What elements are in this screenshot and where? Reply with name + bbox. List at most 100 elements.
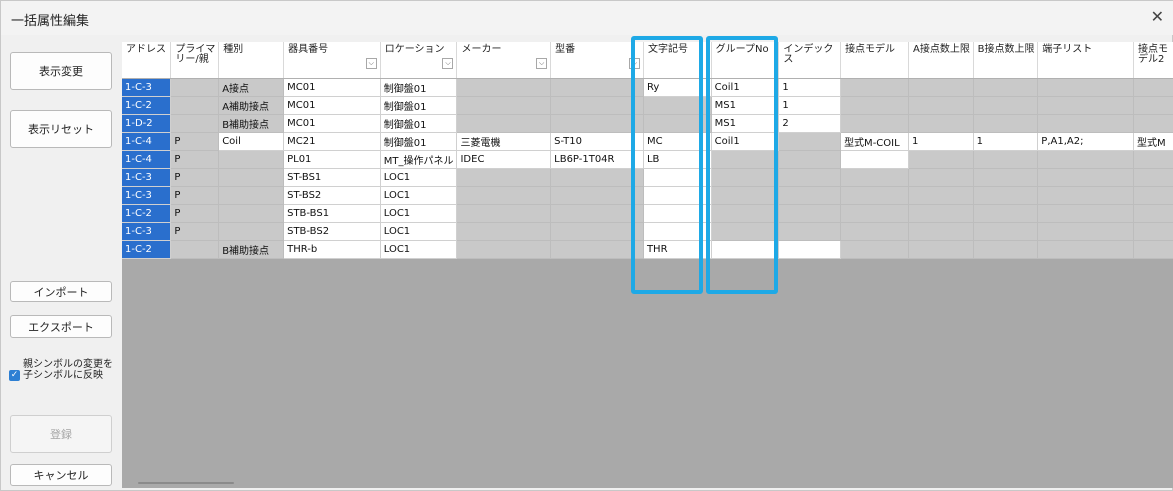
cell-group-no[interactable]: MS1 bbox=[711, 114, 780, 133]
cell-group-no[interactable]: Coil1 bbox=[711, 132, 780, 151]
check-icon[interactable]: ✓ bbox=[9, 370, 20, 381]
export-button[interactable]: エクスポート bbox=[10, 315, 112, 338]
cell-primary-parent[interactable]: P bbox=[170, 222, 220, 241]
col-header-group-no[interactable]: グループNo bbox=[711, 42, 780, 79]
cell-contact-model[interactable] bbox=[840, 114, 910, 133]
cell-type[interactable]: Coil bbox=[218, 132, 285, 151]
cell-group-no[interactable] bbox=[711, 222, 780, 241]
cell-a-contact-limit[interactable] bbox=[908, 204, 974, 223]
cell-primary-parent[interactable]: P bbox=[170, 132, 220, 151]
cell-primary-parent[interactable]: P bbox=[170, 204, 220, 223]
cell-contact-model[interactable] bbox=[840, 186, 910, 205]
cell-terminal-list[interactable] bbox=[1037, 96, 1134, 115]
cell-address[interactable]: 1-C-3 bbox=[122, 186, 172, 205]
col-header-location[interactable]: ロケーション ⌵ bbox=[380, 42, 458, 79]
cell-location[interactable]: 制御盤01 bbox=[380, 96, 458, 115]
propagate-to-child-checkbox[interactable]: ✓ 親シンボルの変更を子シンボルに反映 bbox=[9, 356, 117, 402]
table-row[interactable]: 1-C-2 B補助接点 THR-b LOC1 THR bbox=[122, 240, 1173, 259]
cell-terminal-list[interactable] bbox=[1037, 78, 1134, 97]
col-header-terminal-list[interactable]: 端子リスト bbox=[1037, 42, 1134, 79]
cell-index[interactable] bbox=[778, 168, 842, 187]
cell-model-number[interactable] bbox=[550, 78, 644, 97]
cell-index[interactable] bbox=[778, 240, 842, 259]
col-header-moji-kigou[interactable]: 文字記号 bbox=[643, 42, 712, 79]
table-row[interactable]: 1-C-3 P STB-BS2 LOC1 bbox=[122, 222, 1173, 241]
table-row[interactable]: 1-C-2 A補助接点 MC01 制御盤01 MS1 1 bbox=[122, 96, 1173, 115]
table-row[interactable]: 1-C-3 P ST-BS2 LOC1 bbox=[122, 186, 1173, 205]
cell-a-contact-limit[interactable] bbox=[908, 96, 974, 115]
cell-address[interactable]: 1-D-2 bbox=[122, 114, 172, 133]
cell-model-number[interactable]: LB6P-1T04R bbox=[550, 150, 644, 169]
col-header-contact-model-2[interactable]: 接点モデル2 bbox=[1133, 42, 1173, 79]
cell-primary-parent[interactable]: P bbox=[170, 168, 220, 187]
cell-location[interactable]: MT_操作パネル bbox=[380, 150, 458, 169]
cell-b-contact-limit[interactable] bbox=[973, 186, 1039, 205]
cell-b-contact-limit[interactable] bbox=[973, 78, 1039, 97]
table-row[interactable]: 1-C-4 P Coil MC21 制御盤01 三菱電機 S-T10 MC Coil1 型式M-C… bbox=[122, 132, 1173, 151]
cell-moji-kigou[interactable] bbox=[643, 168, 712, 187]
cell-contact-model[interactable]: 型式M-COIL bbox=[840, 132, 910, 151]
cell-type[interactable]: A接点 bbox=[218, 78, 285, 97]
cell-device-number[interactable]: THR-b bbox=[283, 240, 381, 259]
cell-location[interactable]: LOC1 bbox=[380, 240, 458, 259]
cell-primary-parent[interactable] bbox=[170, 78, 220, 97]
cell-contact-model-2[interactable] bbox=[1133, 204, 1173, 223]
cell-type[interactable] bbox=[218, 150, 285, 169]
cell-contact-model[interactable] bbox=[840, 96, 910, 115]
col-header-contact-model[interactable]: 接点モデル bbox=[840, 42, 910, 79]
chevron-down-icon[interactable]: ⌵ bbox=[442, 58, 454, 69]
cell-terminal-list[interactable]: P,A1,A2; bbox=[1037, 132, 1134, 151]
close-icon[interactable]: ✕ bbox=[1151, 7, 1164, 26]
cell-a-contact-limit[interactable] bbox=[908, 186, 974, 205]
cell-primary-parent[interactable] bbox=[170, 96, 220, 115]
cell-group-no[interactable]: Coil1 bbox=[711, 78, 780, 97]
cell-location[interactable]: LOC1 bbox=[380, 168, 458, 187]
cell-address[interactable]: 1-C-4 bbox=[122, 132, 172, 151]
cell-terminal-list[interactable] bbox=[1037, 240, 1134, 259]
cell-model-number[interactable] bbox=[550, 96, 644, 115]
cell-terminal-list[interactable] bbox=[1037, 186, 1134, 205]
cell-contact-model-2[interactable]: 型式M bbox=[1133, 132, 1173, 151]
cell-moji-kigou[interactable]: MC bbox=[643, 132, 712, 151]
table-row[interactable]: 1-C-3 A接点 MC01 制御盤01 Ry Coil1 1 bbox=[122, 78, 1173, 97]
register-button[interactable]: 登録 bbox=[10, 415, 112, 453]
cell-group-no[interactable] bbox=[711, 186, 780, 205]
cell-contact-model-2[interactable] bbox=[1133, 222, 1173, 241]
cell-b-contact-limit[interactable] bbox=[973, 168, 1039, 187]
cell-maker[interactable] bbox=[456, 204, 552, 223]
col-header-a-contact-limit[interactable]: A接点数上限 bbox=[908, 42, 974, 79]
cell-location[interactable]: 制御盤01 bbox=[380, 78, 458, 97]
cell-index[interactable]: 1 bbox=[778, 78, 842, 97]
table-row[interactable]: 1-C-3 P ST-BS1 LOC1 bbox=[122, 168, 1173, 187]
cell-contact-model-2[interactable] bbox=[1133, 168, 1173, 187]
table-row[interactable]: 1-C-4 P PL01 MT_操作パネル IDEC LB6P-1T04R LB bbox=[122, 150, 1173, 169]
cell-type[interactable] bbox=[218, 222, 285, 241]
cell-index[interactable]: 2 bbox=[778, 114, 842, 133]
cell-contact-model[interactable] bbox=[840, 204, 910, 223]
cell-b-contact-limit[interactable] bbox=[973, 96, 1039, 115]
cell-terminal-list[interactable] bbox=[1037, 168, 1134, 187]
cell-index[interactable] bbox=[778, 204, 842, 223]
cell-address[interactable]: 1-C-3 bbox=[122, 222, 172, 241]
cell-maker[interactable]: IDEC bbox=[456, 150, 552, 169]
cell-terminal-list[interactable] bbox=[1037, 114, 1134, 133]
cell-device-number[interactable]: MC01 bbox=[283, 78, 381, 97]
cell-address[interactable]: 1-C-3 bbox=[122, 168, 172, 187]
cell-contact-model[interactable] bbox=[840, 222, 910, 241]
cell-model-number[interactable] bbox=[550, 168, 644, 187]
cell-terminal-list[interactable] bbox=[1037, 150, 1134, 169]
cell-b-contact-limit[interactable] bbox=[973, 240, 1039, 259]
chevron-down-icon[interactable]: ⌵ bbox=[365, 58, 377, 69]
cell-type[interactable]: B補助接点 bbox=[218, 114, 285, 133]
cell-contact-model-2[interactable] bbox=[1133, 78, 1173, 97]
cell-type[interactable] bbox=[218, 168, 285, 187]
cell-location[interactable]: LOC1 bbox=[380, 204, 458, 223]
cell-contact-model[interactable] bbox=[840, 168, 910, 187]
cell-type[interactable]: B補助接点 bbox=[218, 240, 285, 259]
cell-contact-model-2[interactable] bbox=[1133, 186, 1173, 205]
cell-contact-model[interactable] bbox=[840, 150, 910, 169]
cell-a-contact-limit[interactable] bbox=[908, 240, 974, 259]
cell-b-contact-limit[interactable] bbox=[973, 150, 1039, 169]
cell-device-number[interactable]: STB-BS2 bbox=[283, 222, 381, 241]
table-row[interactable]: 1-D-2 B補助接点 MC01 制御盤01 MS1 2 bbox=[122, 114, 1173, 133]
